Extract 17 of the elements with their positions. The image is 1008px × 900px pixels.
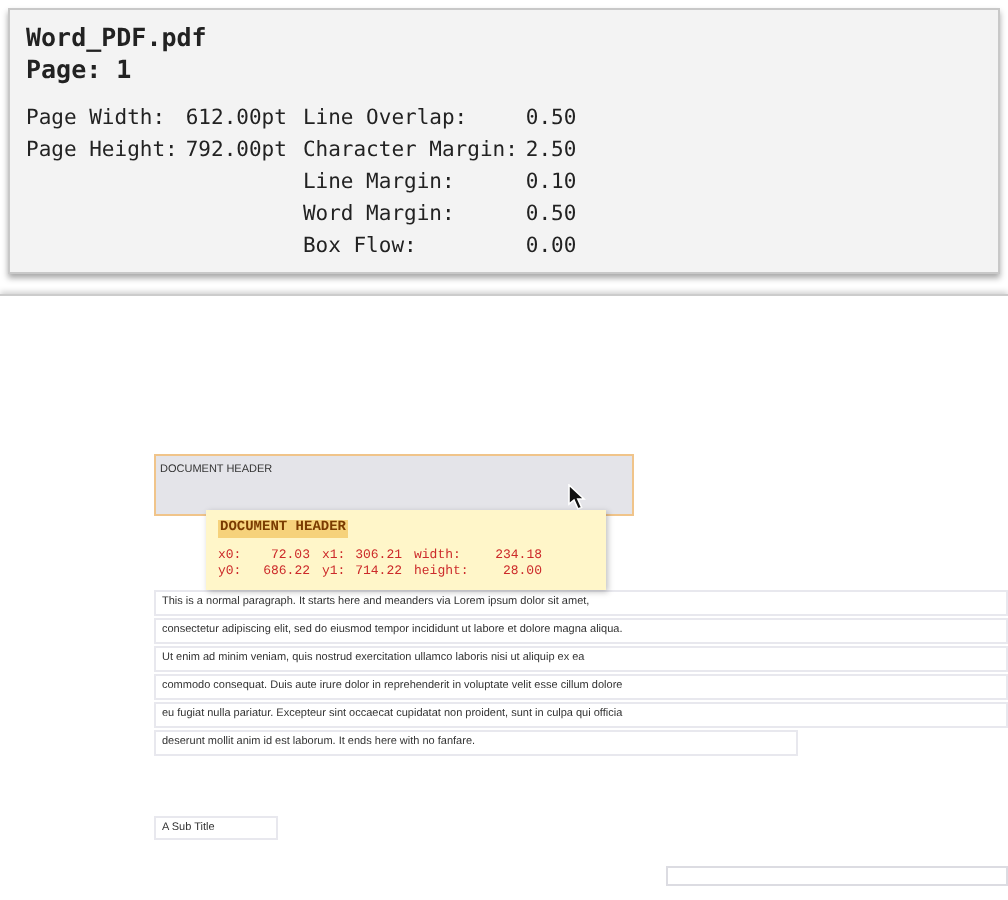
property-label: Character Margin: (302, 136, 518, 166)
property-value: 0.50 (525, 200, 577, 230)
pointer-cursor-icon (568, 484, 586, 510)
property-value: 0.10 (525, 168, 577, 198)
property-value: 0.00 (525, 232, 577, 262)
property-label: Word Margin: (302, 200, 457, 230)
file-name: Word_PDF.pdf (26, 22, 209, 54)
property-value: 2.50 (525, 136, 577, 166)
property-label: Page Height: (26, 136, 178, 166)
property-label: Line Margin: (302, 168, 457, 198)
property-label: Box Flow: (302, 232, 419, 262)
page-number: Page: 1 (26, 54, 134, 86)
property-label: Line Overlap: (302, 104, 470, 134)
property-value: 792.00pt (185, 136, 287, 166)
property-value: 0.50 (525, 104, 577, 134)
property-value: 612.00pt (185, 104, 287, 134)
property-label: Page Width: (26, 104, 168, 134)
